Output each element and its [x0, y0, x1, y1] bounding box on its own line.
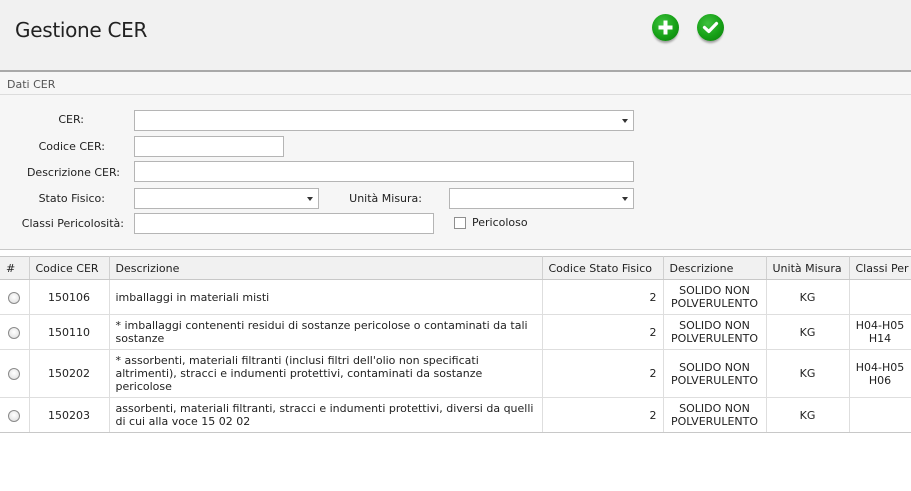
codice-cell: 150110	[29, 314, 110, 350]
table-row[interactable]: 150203 assorbenti, materiali filtranti, …	[0, 397, 911, 433]
table-header-row: # Codice CER Descrizione Codice Stato Fi…	[0, 256, 911, 280]
descrizione-cer-label: Descrizione CER:	[26, 166, 120, 179]
row-select-radio[interactable]	[8, 291, 21, 304]
cer-select[interactable]	[134, 110, 634, 131]
classi-cell: H04-H05 H14	[849, 314, 911, 350]
column-header[interactable]: Descrizione	[109, 256, 543, 280]
column-header[interactable]: Codice Stato Fisico	[542, 256, 664, 280]
column-header[interactable]: Classi Per	[849, 256, 911, 280]
add-button[interactable]	[652, 14, 679, 41]
page-title: Gestione CER	[15, 18, 148, 42]
stato-desc-cell: SOLIDO NON POLVERULENTO	[663, 279, 767, 315]
table-row[interactable]: 150106 imballaggi in materiali misti 2 S…	[0, 279, 911, 315]
confirm-button[interactable]	[697, 14, 724, 41]
codice-cell: 150202	[29, 349, 110, 398]
stato-fisico-select[interactable]	[134, 188, 319, 209]
pericoloso-checkbox[interactable]	[454, 217, 466, 229]
descrizione-cell: assorbenti, materiali filtranti, stracci…	[109, 397, 543, 433]
unita-misura-label: Unità Misura:	[349, 192, 422, 205]
descrizione-cell: * assorbenti, materiali filtranti (inclu…	[109, 349, 543, 398]
classi-pericolosita-label: Classi Pericolosità:	[21, 217, 124, 230]
unita-cell: KG	[766, 279, 850, 315]
row-select-radio[interactable]	[8, 368, 21, 380]
dati-cer-panel: Dati CER CER: Codice CER: Descrizione CE…	[0, 72, 911, 250]
column-header[interactable]: Codice CER	[29, 256, 110, 280]
stato-codice-cell: 2	[542, 314, 664, 350]
descrizione-cell: imballaggi in materiali misti	[109, 279, 543, 315]
chevron-down-icon	[622, 197, 628, 201]
table-row[interactable]: 150110 * imballaggi contenenti residui d…	[0, 314, 911, 350]
stato-codice-cell: 2	[542, 397, 664, 433]
classi-cell: H04-H05 H06	[849, 349, 911, 398]
stato-codice-cell: 2	[542, 279, 664, 315]
table-row[interactable]: 150202 * assorbenti, materiali filtranti…	[0, 349, 911, 398]
classi-pericolosita-input[interactable]	[134, 213, 434, 234]
codice-cell: 150203	[29, 397, 110, 433]
stato-desc-cell: SOLIDO NON POLVERULENTO	[663, 397, 767, 433]
descrizione-cell: * imballaggi contenenti residui di sosta…	[109, 314, 543, 350]
unita-cell: KG	[766, 314, 850, 350]
unita-cell: KG	[766, 397, 850, 433]
section-divider	[0, 94, 911, 95]
cer-label: CER:	[58, 113, 84, 126]
column-header[interactable]: Unità Misura	[766, 256, 850, 280]
pericoloso-label: Pericoloso	[472, 216, 528, 229]
page-header: Gestione CER	[0, 0, 911, 72]
chevron-down-icon	[622, 119, 628, 123]
descrizione-cer-input[interactable]	[134, 161, 634, 182]
row-select-radio[interactable]	[8, 409, 21, 422]
codice-cer-input[interactable]	[134, 136, 284, 157]
unita-misura-select[interactable]	[449, 188, 634, 209]
row-select-radio[interactable]	[8, 326, 21, 339]
stato-desc-cell: SOLIDO NON POLVERULENTO	[663, 349, 767, 398]
section-title: Dati CER	[7, 78, 56, 91]
column-header[interactable]: Descrizione	[663, 256, 767, 280]
column-header[interactable]: #	[0, 256, 30, 280]
stato-codice-cell: 2	[542, 349, 664, 398]
classi-cell	[849, 279, 911, 315]
codice-cer-label: Codice CER:	[38, 140, 105, 153]
stato-fisico-label: Stato Fisico:	[38, 192, 105, 205]
plus-circle-icon	[658, 20, 673, 35]
check-circle-icon	[702, 21, 719, 34]
codice-cell: 150106	[29, 279, 110, 315]
classi-cell	[849, 397, 911, 433]
stato-desc-cell: SOLIDO NON POLVERULENTO	[663, 314, 767, 350]
unita-cell: KG	[766, 349, 850, 398]
cer-table: # Codice CER Descrizione Codice Stato Fi…	[0, 256, 911, 433]
